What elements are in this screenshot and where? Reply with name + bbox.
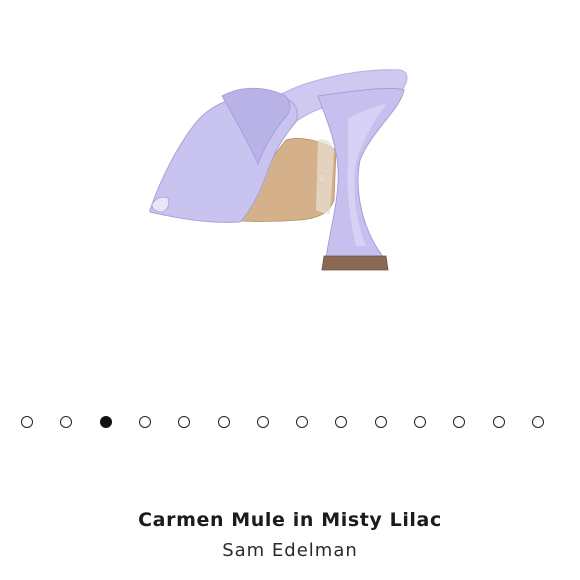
product-brand[interactable]: Sam Edelman [0, 537, 580, 565]
carousel-dot[interactable] [335, 416, 348, 428]
carousel-dot[interactable] [374, 416, 387, 428]
carousel-dot-active[interactable] [99, 416, 112, 428]
carousel-dot[interactable] [531, 416, 544, 428]
product-title: Carmen Mule in Misty Lilac [138, 509, 442, 531]
carousel-dot[interactable] [414, 416, 426, 428]
carousel-dot[interactable] [296, 416, 309, 428]
carousel-dot[interactable] [138, 416, 151, 428]
carousel-dot[interactable] [453, 416, 466, 428]
carousel-dot[interactable] [492, 416, 505, 428]
carousel-dot[interactable] [178, 416, 191, 428]
carousel-dot[interactable] [256, 416, 269, 428]
shoe-illustration [149, 69, 408, 271]
carousel-dot[interactable] [21, 416, 33, 428]
carousel-pagination [0, 414, 580, 430]
heel-tip [321, 255, 389, 271]
carousel-dot[interactable] [217, 416, 230, 428]
carousel-dot[interactable] [60, 416, 73, 428]
product-image[interactable] [0, 0, 580, 390]
